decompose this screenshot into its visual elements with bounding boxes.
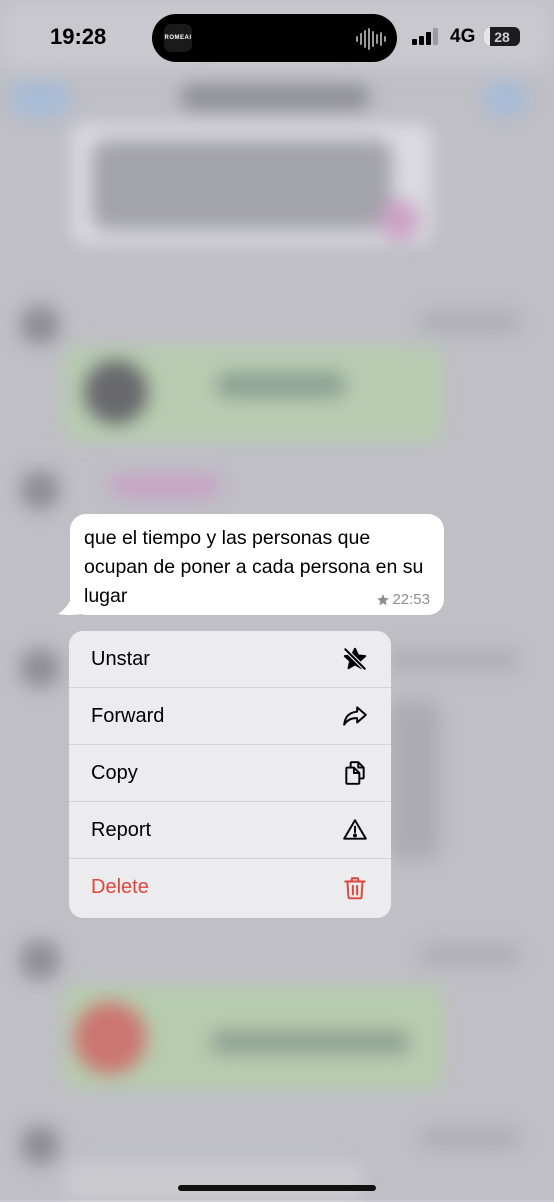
message-meta: 22:53 [376,591,430,608]
menu-item-copy[interactable]: Copy [69,745,391,802]
menu-item-delete[interactable]: Delete [69,859,391,916]
menu-item-unstar[interactable]: Unstar [69,631,391,688]
menu-item-report[interactable]: Report [69,802,391,859]
menu-item-label: Unstar [91,647,150,670]
network-type: 4G [450,26,476,47]
dynamic-island: ROMEAI [152,14,397,62]
report-icon [341,816,369,844]
copy-icon [341,759,369,787]
battery-level: 28 [494,28,510,45]
context-menu: Unstar Forward Copy Report Delete [69,631,391,918]
signal-icon [412,28,438,45]
status-time: 19:28 [50,24,107,49]
forward-icon [341,702,369,730]
message-bubble[interactable]: que el tiempo y las personas que ocupan … [70,514,444,615]
battery-icon: 28 [484,27,520,46]
home-indicator[interactable] [178,1185,376,1191]
menu-item-label: Copy [91,761,138,784]
audio-wave-icon [356,28,386,50]
menu-item-label: Forward [91,704,165,727]
message-time: 22:53 [392,591,430,608]
star-icon [377,593,390,605]
unstar-icon [341,645,369,673]
menu-item-label: Delete [91,876,149,898]
menu-item-label: Report [91,818,152,841]
trash-icon [341,874,369,902]
island-app-icon: ROMEAI [164,24,192,52]
menu-item-forward[interactable]: Forward [69,688,391,745]
